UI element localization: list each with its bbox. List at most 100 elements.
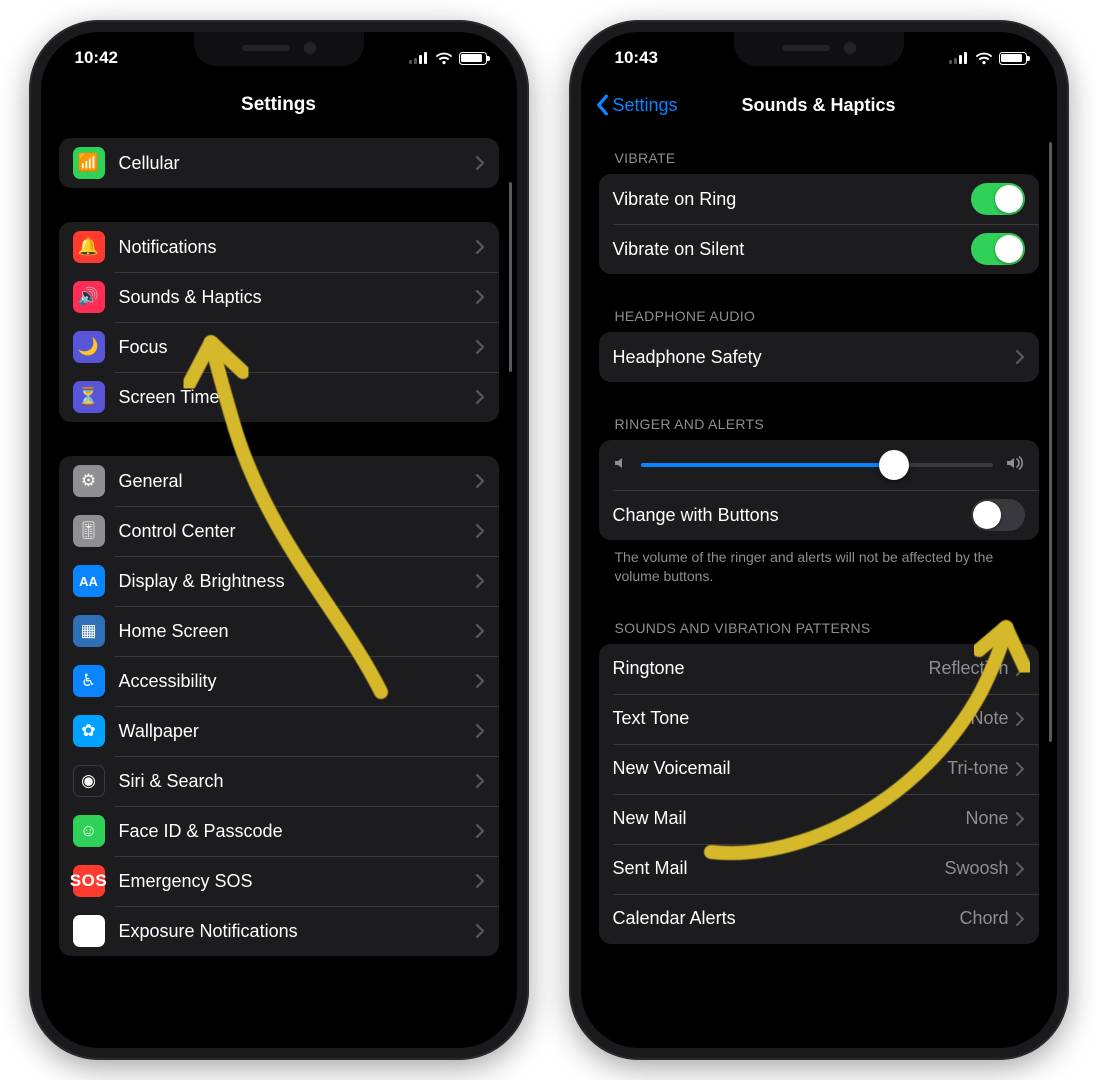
row-accessibility[interactable]: ♿︎ Accessibility (59, 656, 499, 706)
chevron-right-icon (475, 473, 485, 489)
row-ringer-volume[interactable] (599, 440, 1039, 490)
row-label: Sent Mail (613, 858, 945, 879)
row-siri-search[interactable]: ◉Siri & Search (59, 756, 499, 806)
row-label: Home Screen (119, 621, 475, 642)
row-label: Ringtone (613, 658, 929, 679)
row-home-screen[interactable]: ▦ Home Screen (59, 606, 499, 656)
row-label: Vibrate on Ring (613, 189, 971, 210)
row-value: None (965, 808, 1008, 829)
chevron-right-icon (475, 155, 485, 171)
chevron-right-icon (475, 239, 485, 255)
wifi-icon (975, 52, 993, 65)
row-control-center[interactable]: 🎚 Control Center (59, 506, 499, 556)
row-label: Headphone Safety (613, 347, 1015, 368)
chevron-right-icon (475, 723, 485, 739)
row-label: Notifications (119, 237, 475, 258)
section-header-headphone: HEADPHONE AUDIO (599, 308, 1039, 332)
scroll-indicator[interactable] (1049, 142, 1052, 742)
settings-list[interactable]: 📶Cellular 🔔 Notifications 🔊Sounds & Haptics… (41, 130, 517, 1048)
row-label: Sounds & Haptics (119, 287, 475, 308)
chevron-right-icon (1015, 661, 1025, 677)
chevron-right-icon (475, 673, 485, 689)
row-label: Calendar Alerts (613, 908, 960, 929)
row-notifications[interactable]: 🔔 Notifications (59, 222, 499, 272)
section-header-patterns: SOUNDS AND VIBRATION PATTERNS (599, 620, 1039, 644)
chevron-right-icon (475, 289, 485, 305)
row-sent-mail[interactable]: Sent MailSwoosh (599, 844, 1039, 894)
emergency-sos-icon: SOS (73, 865, 105, 897)
toggle-vibrate-on-ring[interactable] (971, 183, 1025, 215)
chevron-right-icon (475, 523, 485, 539)
row-ringtone[interactable]: RingtoneReflection (599, 644, 1039, 694)
chevron-right-icon (475, 873, 485, 889)
volume-low-icon (613, 455, 629, 476)
chevron-right-icon (1015, 761, 1025, 777)
row-label: Control Center (119, 521, 475, 542)
row-sounds-haptics[interactable]: 🔊Sounds & Haptics (59, 272, 499, 322)
cell-signal-icon (409, 52, 429, 64)
page-title: Sounds & Haptics (741, 95, 895, 116)
row-label: Exposure Notifications (119, 921, 475, 942)
chevron-right-icon (1015, 811, 1025, 827)
row-headphone-safety[interactable]: Headphone Safety (599, 332, 1039, 382)
row-label: Screen Time (119, 387, 475, 408)
notch (194, 32, 364, 66)
row-exposure[interactable]: ⠿ Exposure Notifications (59, 906, 499, 956)
row-vibrate-on-silent[interactable]: Vibrate on Silent (599, 224, 1039, 274)
volume-slider[interactable] (641, 463, 993, 467)
row-value: Note (970, 708, 1008, 729)
chevron-right-icon (475, 573, 485, 589)
row-emergency-sos[interactable]: SOS Emergency SOS (59, 856, 499, 906)
back-button[interactable]: Settings (595, 80, 678, 130)
accessibility-icon: ♿︎ (73, 665, 105, 697)
row-label: Focus (119, 337, 475, 358)
screen-time-icon: ⏳ (73, 381, 105, 413)
toggle-change-with-buttons[interactable] (971, 499, 1025, 531)
row-display-brightness[interactable]: AA Display & Brightness (59, 556, 499, 606)
row-face-id[interactable]: ☺︎Face ID & Passcode (59, 806, 499, 856)
row-label: Accessibility (119, 671, 475, 692)
chevron-right-icon (1015, 861, 1025, 877)
row-change-with-buttons[interactable]: Change with Buttons (599, 490, 1039, 540)
chevron-right-icon (1015, 349, 1025, 365)
scroll-indicator[interactable] (509, 182, 512, 372)
row-value: Reflection (928, 658, 1008, 679)
row-label: Emergency SOS (119, 871, 475, 892)
display-brightness-icon: AA (73, 565, 105, 597)
volume-high-icon (1005, 455, 1025, 476)
section-header-vibrate: VIBRATE (599, 150, 1039, 174)
chevron-right-icon (475, 823, 485, 839)
row-focus[interactable]: 🌙 Focus (59, 322, 499, 372)
control-center-icon: 🎚 (73, 515, 105, 547)
cellular-icon: 📶 (73, 147, 105, 179)
row-value: Swoosh (944, 858, 1008, 879)
row-general[interactable]: ⚙︎General (59, 456, 499, 506)
sounds-haptics-content[interactable]: VIBRATE Vibrate on Ring Vibrate on Silen… (581, 130, 1057, 1048)
focus-icon: 🌙 (73, 331, 105, 363)
battery-icon (999, 52, 1027, 65)
battery-icon (459, 52, 487, 65)
section-header-ringer: RINGER AND ALERTS (599, 416, 1039, 440)
exposure-icon: ⠿ (73, 915, 105, 947)
home-screen-icon: ▦ (73, 615, 105, 647)
chevron-right-icon (475, 389, 485, 405)
row-calendar-alerts[interactable]: Calendar AlertsChord (599, 894, 1039, 944)
row-label: Display & Brightness (119, 571, 475, 592)
notifications-icon: 🔔 (73, 231, 105, 263)
row-label: Wallpaper (119, 721, 475, 742)
row-label: New Voicemail (613, 758, 948, 779)
row-label: Text Tone (613, 708, 971, 729)
row-label: Change with Buttons (613, 505, 971, 526)
row-text-tone[interactable]: Text ToneNote (599, 694, 1039, 744)
chevron-right-icon (475, 773, 485, 789)
row-vibrate-on-ring[interactable]: Vibrate on Ring (599, 174, 1039, 224)
toggle-vibrate-on-silent[interactable] (971, 233, 1025, 265)
row-wallpaper[interactable]: ✿Wallpaper (59, 706, 499, 756)
row-cellular[interactable]: 📶Cellular (59, 138, 499, 188)
row-value: Tri-tone (947, 758, 1008, 779)
row-new-voicemail[interactable]: New VoicemailTri-tone (599, 744, 1039, 794)
row-new-mail[interactable]: New MailNone (599, 794, 1039, 844)
back-label: Settings (613, 95, 678, 116)
row-screen-time[interactable]: ⏳ Screen Time (59, 372, 499, 422)
section-footer-ringer: The volume of the ringer and alerts will… (599, 540, 1039, 586)
